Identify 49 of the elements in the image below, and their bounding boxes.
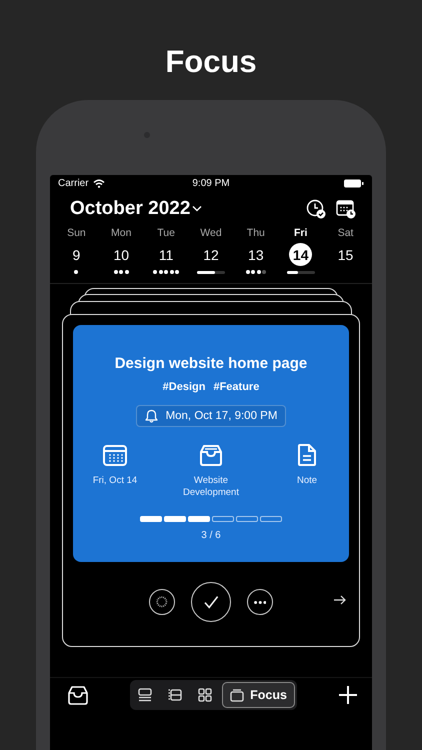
tag-label[interactable]: #Feature <box>213 381 260 393</box>
reminder-chip[interactable]: Mon, Oct 17, 9:00 PM <box>136 405 286 427</box>
date-number[interactable]: 15 <box>334 243 358 266</box>
date-number[interactable]: 13 <box>244 243 268 266</box>
grid-view-icon <box>198 688 212 702</box>
clock-check-icon[interactable] <box>306 199 326 219</box>
date-number[interactable]: 9 <box>64 243 88 266</box>
tag-label[interactable]: #Design <box>162 381 206 393</box>
timeline-view-icon <box>168 688 182 702</box>
carrier-label: Carrier <box>58 178 89 189</box>
date-number[interactable]: 14 <box>289 243 312 266</box>
detail-label: Website Development <box>182 475 240 499</box>
timer-button[interactable] <box>149 589 175 615</box>
date-number[interactable]: 10 <box>110 243 133 266</box>
weekday-label: Sat <box>338 227 354 241</box>
page-title: Focus <box>165 44 257 80</box>
weekday-label: Sun <box>67 227 86 241</box>
tray-icon <box>198 443 224 467</box>
detail-label: Note <box>296 475 318 487</box>
complete-button[interactable] <box>191 582 231 622</box>
weekday-label: Fri <box>294 227 308 241</box>
more-button[interactable] <box>247 589 273 615</box>
stacked-card-icon <box>230 688 244 702</box>
date-number[interactable]: 11 <box>154 243 178 266</box>
chevron-down-icon <box>190 205 204 213</box>
date-number[interactable]: 12 <box>199 243 222 266</box>
inbox-icon[interactable] <box>67 685 89 705</box>
detail-label: Fri, Oct 14 <box>92 475 138 487</box>
wifi-icon <box>92 179 105 188</box>
document-icon <box>296 443 318 467</box>
calendar-clock-icon[interactable] <box>336 199 356 219</box>
calendar-icon <box>102 443 128 467</box>
weekday-label: Thu <box>246 227 265 241</box>
timer-icon <box>154 594 170 610</box>
view-tab[interactable]: Focus <box>222 682 295 708</box>
clock-time: 9:09 PM <box>192 178 230 189</box>
weekday-label: Wed <box>200 227 222 241</box>
month-title[interactable]: October 2022 <box>70 198 190 220</box>
list-view-icon <box>138 688 152 702</box>
arrow-right-icon[interactable] <box>333 595 347 605</box>
weekday-label: Tue <box>157 227 175 241</box>
add-icon[interactable] <box>338 685 358 705</box>
weekday-label: Mon <box>111 227 132 241</box>
battery-icon <box>344 179 364 188</box>
more-icon <box>254 600 266 604</box>
progress-count: 3 / 6 <box>201 530 221 541</box>
task-title: Design website home page <box>114 355 308 372</box>
bell-icon <box>144 409 158 423</box>
task-card[interactable]: Design website home page #Design #Feature Mon, Oct 17, 9:00 PM Fri, Oct 14 Website Development Note 3 / 6 <box>73 325 349 562</box>
